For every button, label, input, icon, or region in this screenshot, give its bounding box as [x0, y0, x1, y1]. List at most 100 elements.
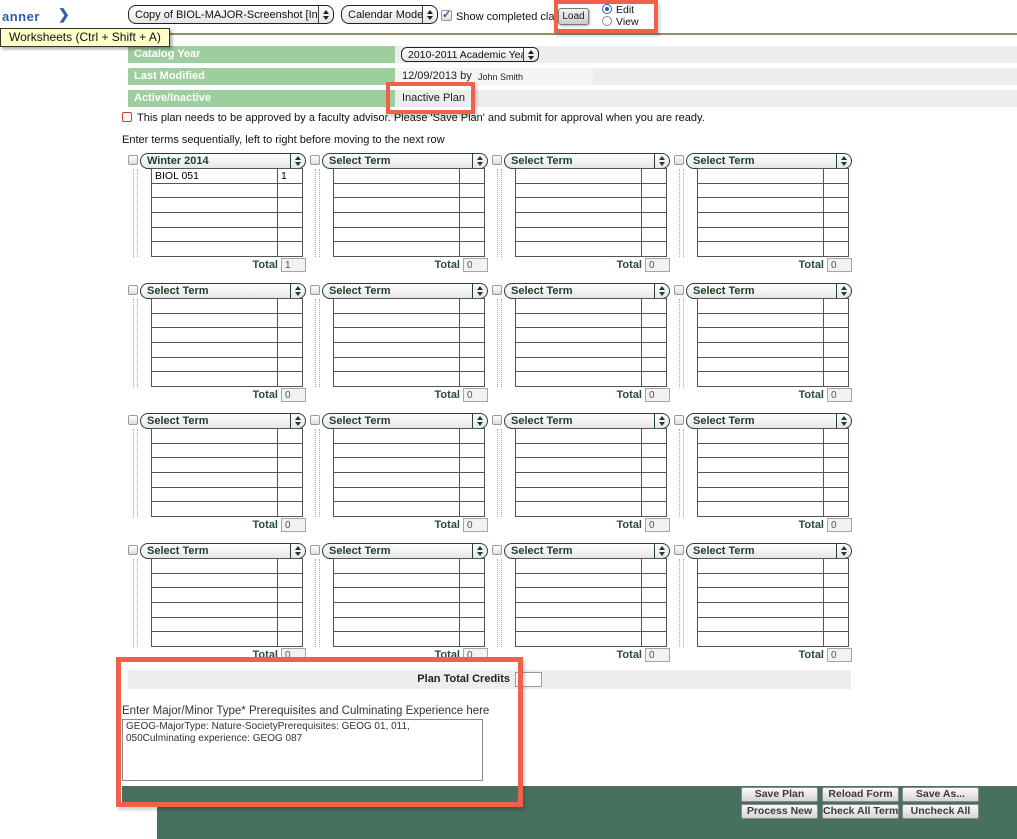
term-select[interactable]: Select Term — [322, 413, 488, 429]
course-credits[interactable] — [823, 573, 848, 588]
course-credits[interactable] — [459, 487, 484, 502]
course-name[interactable] — [334, 488, 459, 502]
term-checkbox[interactable] — [492, 415, 502, 425]
course-credits[interactable] — [459, 198, 484, 213]
course-credits[interactable] — [277, 443, 302, 458]
course-credits[interactable] — [459, 443, 484, 458]
course-row[interactable] — [334, 227, 484, 243]
course-name[interactable] — [152, 343, 277, 357]
course-credits[interactable] — [641, 198, 666, 213]
course-row[interactable] — [152, 343, 302, 358]
course-name[interactable] — [152, 314, 277, 328]
term-select[interactable]: Select Term — [140, 413, 306, 429]
course-credits[interactable] — [277, 487, 302, 502]
drag-grip-icon[interactable] — [497, 169, 502, 257]
course-credits[interactable] — [641, 559, 666, 573]
course-row[interactable] — [698, 343, 848, 358]
course-row[interactable] — [334, 242, 484, 257]
course-name[interactable] — [698, 444, 823, 458]
save-as-button[interactable]: Save As... — [902, 787, 979, 802]
course-row[interactable] — [516, 443, 666, 459]
course-name[interactable] — [516, 588, 641, 602]
course-row[interactable] — [152, 328, 302, 344]
course-row[interactable] — [152, 357, 302, 373]
course-credits[interactable] — [641, 473, 666, 487]
course-name[interactable] — [516, 242, 641, 256]
course-name[interactable] — [152, 299, 277, 313]
course-row[interactable] — [516, 429, 666, 444]
course-row[interactable] — [334, 357, 484, 373]
course-row[interactable] — [516, 603, 666, 618]
course-credits[interactable] — [823, 242, 848, 257]
process-new-button[interactable]: Process New — [741, 804, 818, 819]
load-button[interactable]: Load — [558, 8, 589, 25]
course-row[interactable] — [698, 443, 848, 459]
course-row[interactable] — [516, 372, 666, 387]
term-select[interactable]: Select Term — [686, 153, 852, 169]
course-row[interactable] — [698, 573, 848, 589]
course-row[interactable] — [334, 328, 484, 344]
course-name[interactable] — [516, 343, 641, 357]
course-name[interactable] — [152, 488, 277, 502]
course-credits[interactable] — [823, 227, 848, 242]
course-name[interactable] — [698, 488, 823, 502]
course-name[interactable] — [152, 502, 277, 516]
course-row[interactable] — [698, 429, 848, 444]
course-name[interactable] — [334, 603, 459, 617]
course-credits[interactable] — [277, 328, 302, 343]
term-select[interactable]: Select Term — [322, 543, 488, 559]
course-row[interactable]: BIOL 051 1 — [152, 169, 302, 184]
course-name[interactable] — [152, 574, 277, 588]
course-credits[interactable] — [641, 632, 666, 647]
course-credits[interactable] — [641, 169, 666, 183]
course-credits[interactable] — [641, 357, 666, 372]
course-credits[interactable] — [459, 357, 484, 372]
course-credits[interactable] — [823, 372, 848, 387]
course-credits[interactable] — [459, 429, 484, 443]
course-name[interactable] — [516, 328, 641, 342]
course-credits[interactable] — [459, 372, 484, 387]
term-checkbox[interactable] — [492, 285, 502, 295]
course-name[interactable] — [516, 488, 641, 502]
course-row[interactable] — [334, 213, 484, 228]
course-row[interactable] — [516, 559, 666, 574]
course-credits[interactable] — [277, 213, 302, 227]
course-credits[interactable] — [823, 603, 848, 617]
course-credits[interactable] — [641, 299, 666, 313]
drag-grip-icon[interactable] — [679, 559, 684, 647]
course-row[interactable] — [516, 299, 666, 314]
course-name[interactable] — [698, 184, 823, 198]
term-checkbox[interactable] — [128, 415, 138, 425]
course-name[interactable] — [334, 343, 459, 357]
course-credits[interactable] — [277, 299, 302, 313]
course-row[interactable] — [152, 573, 302, 589]
course-row[interactable] — [152, 198, 302, 214]
term-checkbox[interactable] — [310, 415, 320, 425]
course-credits[interactable] — [459, 313, 484, 328]
course-name[interactable] — [152, 198, 277, 212]
course-credits[interactable] — [823, 473, 848, 487]
course-name[interactable] — [698, 242, 823, 256]
term-select[interactable]: Select Term — [140, 543, 306, 559]
course-credits[interactable] — [641, 458, 666, 473]
course-credits[interactable]: 1 — [277, 169, 302, 183]
catalog-year-select[interactable]: 2010-2011 Academic Year — [401, 47, 539, 62]
course-name[interactable] — [516, 603, 641, 617]
course-credits[interactable] — [823, 313, 848, 328]
course-name[interactable] — [516, 314, 641, 328]
course-name[interactable] — [334, 198, 459, 212]
course-credits[interactable] — [823, 487, 848, 502]
term-select[interactable]: Select Term — [504, 283, 670, 299]
course-row[interactable] — [516, 502, 666, 517]
term-checkbox[interactable] — [310, 545, 320, 555]
term-checkbox[interactable] — [674, 545, 684, 555]
course-credits[interactable] — [641, 487, 666, 502]
term-select[interactable]: Select Term — [140, 283, 306, 299]
course-row[interactable] — [516, 343, 666, 358]
term-checkbox[interactable] — [128, 545, 138, 555]
course-name[interactable] — [698, 502, 823, 516]
course-row[interactable] — [698, 603, 848, 618]
plan-select[interactable]: Copy of BIOL-MAJOR-Screenshot [Inactive] — [128, 5, 334, 24]
course-name[interactable] — [516, 632, 641, 646]
course-row[interactable] — [698, 357, 848, 373]
